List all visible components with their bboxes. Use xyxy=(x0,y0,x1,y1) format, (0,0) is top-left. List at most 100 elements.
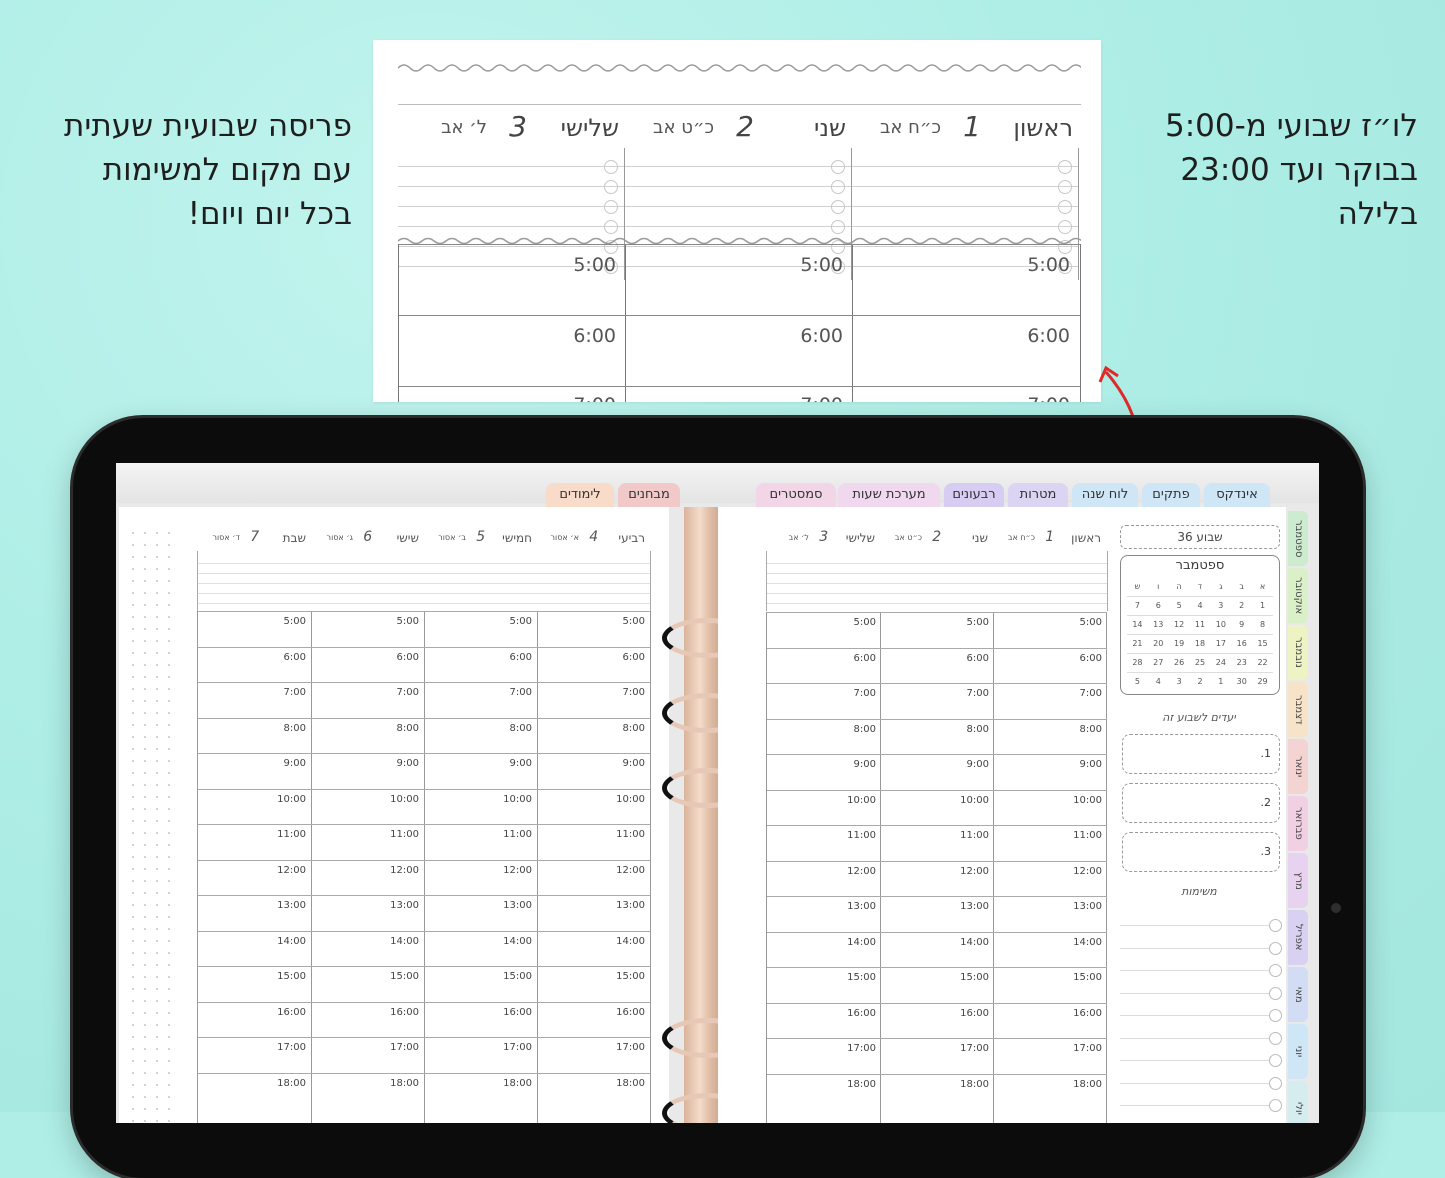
time-label: 8:00 xyxy=(396,722,419,734)
calendar-day[interactable]: 12 xyxy=(1169,616,1190,634)
time-label: 9:00 xyxy=(622,758,645,769)
side-tab-month[interactable]: נובמבר xyxy=(1288,625,1308,680)
calendar-day[interactable]: 19 xyxy=(1169,635,1190,653)
tab-timetable[interactable]: מערכת שעות xyxy=(838,483,940,507)
calendar-day[interactable]: 8 xyxy=(1252,616,1273,634)
calendar-day[interactable]: 11 xyxy=(1190,616,1211,634)
task-line[interactable] xyxy=(1120,1015,1270,1016)
calendar-day[interactable]: 4 xyxy=(1148,673,1169,691)
calendar-day[interactable]: 18 xyxy=(1190,635,1211,653)
side-tab-month[interactable]: מרץ xyxy=(1288,853,1308,908)
calendar-day[interactable]: 26 xyxy=(1169,654,1190,672)
side-tab-month[interactable]: אוקטובר xyxy=(1288,568,1308,623)
day-hebrew-date: כ״ט אב xyxy=(894,533,922,542)
time-label: 11:00 xyxy=(503,829,532,840)
side-tab-month[interactable]: יולי xyxy=(1288,1081,1308,1123)
side-tab-month[interactable]: ינואר xyxy=(1288,739,1308,794)
hour-row-line xyxy=(198,646,650,648)
calendar-day[interactable]: 15 xyxy=(1252,635,1273,653)
side-tab-month[interactable]: ספטמבר xyxy=(1288,511,1308,566)
time-label: 12:00 xyxy=(960,865,989,877)
day-number: 3 xyxy=(819,529,829,545)
side-tab-month[interactable]: דצמבר xyxy=(1288,682,1308,737)
time-label: 5:00 xyxy=(396,616,419,627)
day-number: 2 xyxy=(932,529,942,545)
calendar-day[interactable]: 23 xyxy=(1231,654,1252,672)
hour-row-line xyxy=(767,1038,1107,1039)
tab-notes[interactable]: פתקים xyxy=(1142,483,1200,507)
task-checkbox[interactable] xyxy=(1269,1054,1282,1067)
zoom-time-label: 7:00 xyxy=(573,394,616,402)
calendar-day[interactable]: 20 xyxy=(1148,635,1169,653)
zoom-time-label: 6:00 xyxy=(1027,325,1070,347)
calendar-day[interactable]: 6 xyxy=(1148,597,1169,615)
goal-field[interactable]: 1. xyxy=(1122,734,1280,774)
goal-field[interactable]: 3. xyxy=(1122,832,1280,872)
calendar-day[interactable]: 17 xyxy=(1210,635,1231,653)
calendar-day[interactable]: 5 xyxy=(1127,673,1148,691)
calendar-day[interactable]: 22 xyxy=(1252,654,1273,672)
task-checkbox[interactable] xyxy=(1269,1031,1282,1045)
calendar-day[interactable]: 14 xyxy=(1127,616,1148,634)
calendar-day[interactable]: 13 xyxy=(1148,616,1169,634)
tab-exams[interactable]: מבחנים xyxy=(618,483,680,507)
calendar-day[interactable]: 10 xyxy=(1210,616,1231,634)
tab-semesters[interactable]: סמסטרים xyxy=(756,483,836,507)
calendar-day[interactable]: 27 xyxy=(1148,654,1169,672)
calendar-month: ספטמבר xyxy=(1175,558,1225,573)
calendar-day[interactable]: 29 xyxy=(1252,673,1273,691)
task-line[interactable] xyxy=(1120,1105,1270,1106)
task-line[interactable] xyxy=(1120,992,1270,994)
calendar-day[interactable]: 3 xyxy=(1210,597,1231,615)
zoom-day-hebrew-date: כ״ח אב xyxy=(879,117,941,138)
time-label: 13:00 xyxy=(847,901,876,912)
side-tab-month[interactable]: מאי xyxy=(1288,967,1308,1022)
task-checkbox[interactable] xyxy=(1269,1009,1282,1022)
calendar-day[interactable]: 3 xyxy=(1169,673,1190,691)
calendar-day[interactable]: 21 xyxy=(1127,635,1148,653)
task-checkbox[interactable] xyxy=(1269,1099,1282,1112)
task-line[interactable] xyxy=(1120,970,1270,971)
goal-field[interactable]: 2. xyxy=(1122,783,1280,823)
time-label: 12:00 xyxy=(277,864,306,876)
tab-year-calendar[interactable]: לוח שנה xyxy=(1072,483,1138,507)
planner-screen: לימודים מבחנים סמסטרים מערכת שעות רבעוני… xyxy=(116,463,1319,1123)
zoom-time-label: 5:00 xyxy=(1027,254,1070,276)
task-checkbox[interactable] xyxy=(1269,1076,1282,1090)
task-checkbox[interactable] xyxy=(1269,941,1282,955)
calendar-day[interactable]: 4 xyxy=(1190,597,1211,615)
calendar-day[interactable]: 2 xyxy=(1190,673,1211,691)
side-tab-month[interactable]: יוני xyxy=(1288,1024,1308,1079)
calendar-day[interactable]: 16 xyxy=(1231,635,1252,653)
task-line[interactable] xyxy=(1120,1082,1270,1084)
hour-row-line xyxy=(198,682,650,683)
calendar-day[interactable]: 1 xyxy=(1252,597,1273,615)
task-line[interactable] xyxy=(1120,1037,1270,1039)
task-line[interactable] xyxy=(1120,925,1270,926)
mini-calendar: ספטמבר א ב ג ד ה ו ש 1 2 3 4 5 6 7 8 9 10 11 12 13 14 15 16 17 1… xyxy=(1120,555,1280,695)
promo-left-line2: עם מקום למשימות xyxy=(102,152,352,188)
calendar-day[interactable]: 1 xyxy=(1210,673,1231,691)
calendar-day[interactable]: 5 xyxy=(1169,597,1190,615)
time-label: 6:00 xyxy=(853,652,876,664)
side-tab-month[interactable]: אפריל xyxy=(1288,910,1308,965)
task-checkbox[interactable] xyxy=(1269,986,1282,1000)
task-checkbox[interactable] xyxy=(1269,919,1282,932)
calendar-day[interactable]: 9 xyxy=(1231,616,1252,634)
calendar-day[interactable]: 2 xyxy=(1231,597,1252,615)
side-tab-month[interactable]: פברואר xyxy=(1288,796,1308,851)
tab-index[interactable]: אינדקס xyxy=(1204,483,1270,507)
task-line[interactable] xyxy=(1120,947,1270,949)
calendar-day[interactable]: 28 xyxy=(1127,654,1148,672)
tab-quarters[interactable]: רבעונים xyxy=(944,483,1004,507)
calendar-day[interactable]: 7 xyxy=(1127,597,1148,615)
task-line[interactable] xyxy=(1120,1060,1270,1061)
calendar-day[interactable]: 25 xyxy=(1190,654,1211,672)
calendar-day[interactable]: 24 xyxy=(1210,654,1231,672)
tab-studies[interactable]: לימודים xyxy=(546,483,614,507)
tab-goals[interactable]: מטרות xyxy=(1008,483,1068,507)
time-label: 18:00 xyxy=(390,1077,419,1089)
calendar-day[interactable]: 30 xyxy=(1231,673,1252,691)
zoom-day-headers: ראשון 1 כ״ח אב שני 2 כ״ט אב שלישי 3 ל׳ א… xyxy=(398,106,1081,150)
task-checkbox[interactable] xyxy=(1269,964,1282,977)
